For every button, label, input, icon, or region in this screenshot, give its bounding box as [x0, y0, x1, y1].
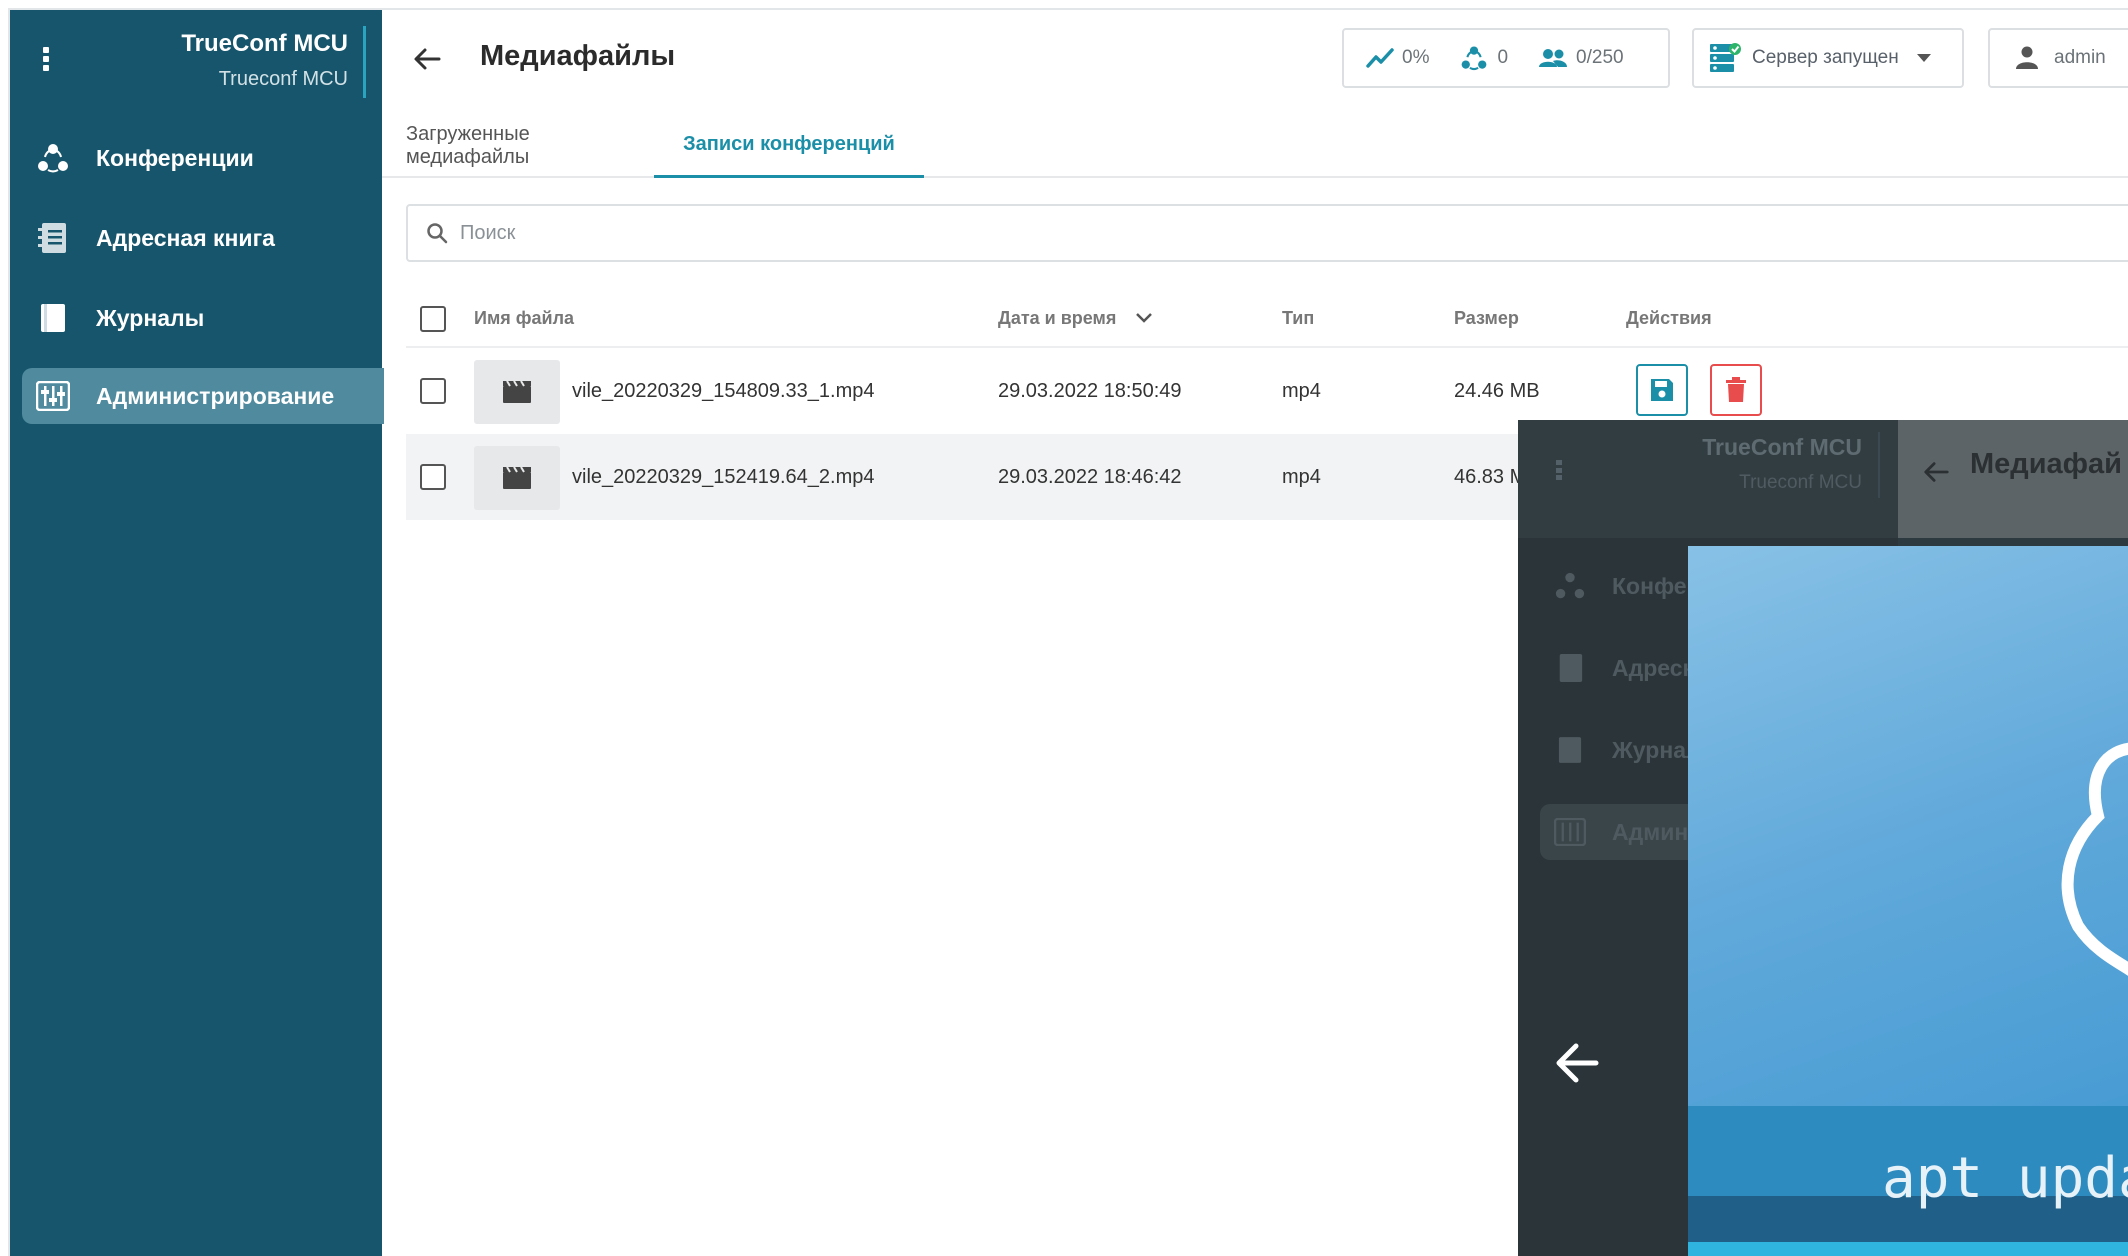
server-status-dropdown[interactable]: Сервер запущен [1692, 28, 1964, 88]
server-status-label: Сервер запущен [1752, 47, 1899, 68]
sidebar-brand: TrueConf MCU Trueconf MCU [10, 10, 382, 116]
download-button[interactable] [1636, 364, 1688, 416]
file-name: vile_20220329_152419.64_2.mp4 [572, 466, 875, 488]
user-name: admin [2054, 47, 2106, 68]
tab-conference-recordings[interactable]: Записи конференций [654, 114, 924, 178]
sidebar: TrueConf MCU Trueconf MCU Конференции Ад… [10, 10, 384, 1256]
chevron-down-icon [1916, 54, 1931, 62]
table-header: Имя файла Дата и время Тип Размер Действ… [406, 288, 2128, 348]
video-thumbnail [474, 360, 560, 424]
overlay-menu-icon [1556, 460, 1562, 480]
administration-icon [36, 379, 70, 413]
search-bar [406, 204, 2128, 262]
column-header-datetime[interactable]: Дата и время [998, 308, 1153, 329]
overlay-back-arrow-icon[interactable] [1554, 1042, 1600, 1089]
file-size: 24.46 MB [1454, 380, 1540, 402]
video-preview: apt upda [1688, 546, 2128, 1256]
server-icon [1710, 43, 1741, 72]
video-file-icon [503, 380, 531, 403]
column-header-actions: Действия [1626, 308, 1712, 328]
search-input[interactable] [460, 221, 1960, 245]
conferences-icon [36, 141, 70, 175]
overlay-header: Медиафай [1898, 420, 2128, 538]
trend-icon [1366, 48, 1394, 68]
column-header-datetime-label: Дата и время [998, 308, 1117, 328]
load-value: 0% [1402, 47, 1430, 68]
file-datetime: 29.03.2022 18:46:42 [998, 466, 1182, 488]
conferences-count: 0 [1497, 47, 1509, 68]
column-header-type[interactable]: Тип [1282, 308, 1314, 329]
overlay-nav-label: Адресн [1612, 654, 1697, 681]
participants-stat: 0/250 [1538, 47, 1624, 69]
sidebar-item-administration[interactable]: Администрирование [22, 368, 384, 424]
conferences-icon [1462, 46, 1487, 71]
column-header-size[interactable]: Размер [1454, 308, 1519, 329]
journals-icon [1554, 734, 1586, 766]
file-type: mp4 [1282, 466, 1321, 488]
video-file-icon [503, 466, 531, 489]
save-icon [1651, 379, 1673, 401]
app-window: TrueConf MCU Trueconf MCU Конференции Ад… [8, 8, 2128, 1256]
load-stat: 0% [1366, 47, 1429, 69]
sidebar-item-label: Конференции [96, 144, 254, 171]
address-book-icon [1554, 652, 1586, 684]
brand-divider [363, 26, 366, 98]
conferences-stat: 0 [1459, 44, 1508, 72]
column-header-name[interactable]: Имя файла [474, 308, 574, 329]
user-icon [2016, 46, 2038, 69]
sidebar-item-conferences[interactable]: Конференции [22, 130, 384, 186]
sidebar-item-label: Адресная книга [96, 224, 275, 251]
overlay-page-title: Медиафай [1970, 448, 2122, 480]
conferences-icon [1554, 570, 1586, 602]
administration-icon [1554, 816, 1586, 848]
video-command-text: apt upda [1882, 1146, 2128, 1211]
page-title: Медиафайлы [480, 40, 676, 72]
back-arrow-icon[interactable] [412, 44, 442, 74]
overlay-brand-subtitle: Trueconf MCU [1739, 472, 1862, 493]
server-stats: 0% 0 0/250 [1342, 28, 1670, 88]
menu-toggle-icon[interactable] [42, 47, 50, 71]
journals-icon [36, 301, 70, 335]
file-type: mp4 [1282, 380, 1321, 402]
participants-count: 0/250 [1576, 47, 1624, 68]
video-thumbnail [474, 446, 560, 510]
select-all-checkbox[interactable] [420, 306, 446, 332]
overlay-brand: TrueConf MCU Trueconf MCU [1518, 420, 1898, 538]
overlay-window: TrueConf MCU Trueconf MCU Конфер Адресн … [1518, 420, 2128, 1256]
search-icon [427, 223, 448, 244]
participants-icon [1539, 49, 1568, 67]
sort-chevron-down-icon [1136, 313, 1153, 323]
row-checkbox[interactable] [420, 378, 446, 404]
trash-icon [1726, 377, 1746, 402]
overlay-header-back-icon [1922, 458, 1950, 491]
page-header: Медиафайлы 0% 0 0/250 Сервер запущен adm… [382, 10, 2128, 114]
sidebar-item-address-book[interactable]: Адресная книга [22, 210, 384, 266]
trueconf-logo-icon [2061, 742, 2128, 976]
file-name: vile_20220329_154809.33_1.mp4 [572, 380, 875, 402]
delete-button[interactable] [1710, 364, 1762, 416]
brand-title: TrueConf MCU [181, 30, 348, 57]
overlay-brand-divider [1878, 432, 1880, 498]
address-book-icon [36, 221, 70, 255]
row-checkbox[interactable] [420, 464, 446, 490]
sidebar-item-label: Администрирование [96, 382, 335, 409]
tab-uploaded-media[interactable]: Загруженные медиафайлы [406, 114, 636, 178]
sidebar-item-label: Журналы [96, 304, 205, 331]
file-datetime: 29.03.2022 18:50:49 [998, 380, 1182, 402]
sidebar-item-journals[interactable]: Журналы [22, 290, 384, 346]
overlay-brand-title: TrueConf MCU [1702, 434, 1862, 460]
brand-subtitle: Trueconf MCU [218, 68, 348, 90]
video-band [1688, 1242, 2128, 1256]
user-menu[interactable]: admin [1988, 28, 2128, 88]
media-tabs: Загруженные медиафайлы Записи конференци… [382, 114, 2128, 178]
